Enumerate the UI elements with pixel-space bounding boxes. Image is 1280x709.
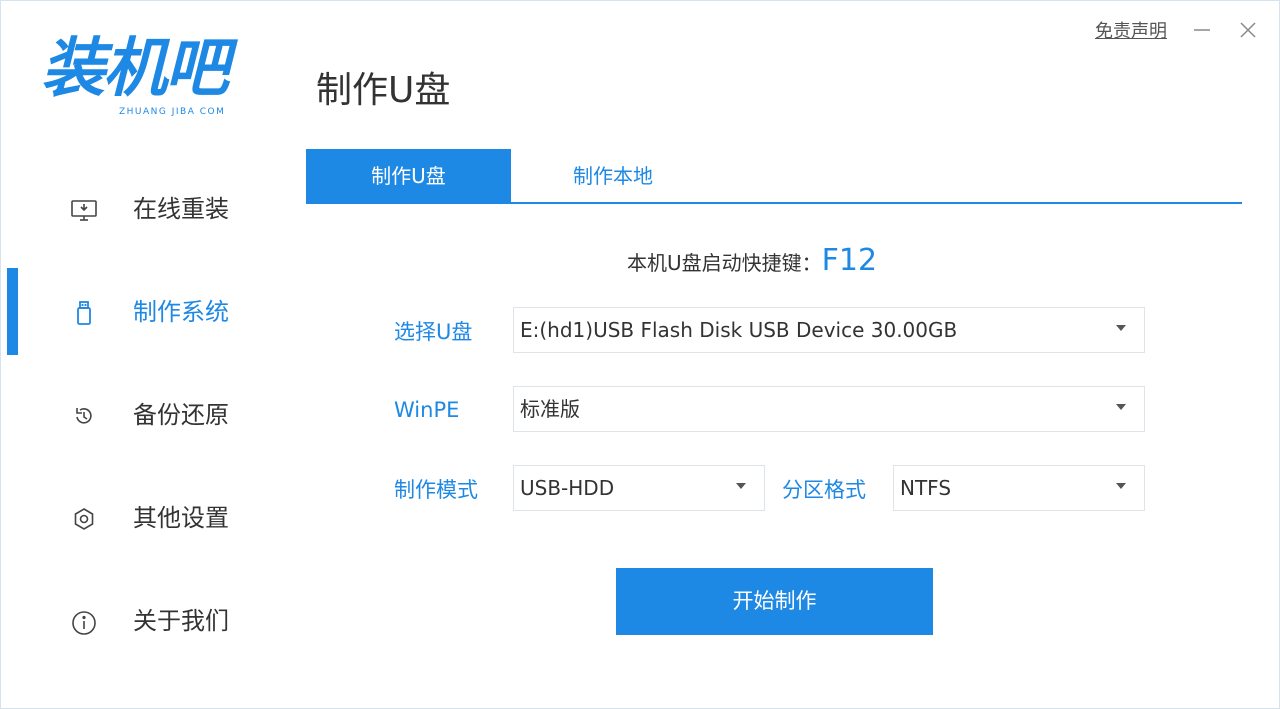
sidebar-item-label: 关于我们	[133, 607, 229, 635]
chevron-down-icon	[736, 483, 746, 489]
sidebar-item-other-settings[interactable]: 其他设置	[1, 488, 291, 548]
page-title: 制作U盘	[316, 70, 451, 111]
sidebar-item-label: 在线重装	[133, 195, 229, 223]
hotkey-key: F12	[821, 243, 878, 278]
logo-text: 装机吧	[41, 32, 229, 106]
mode-select-value: USB-HDD	[520, 476, 615, 500]
minimize-icon	[1194, 29, 1210, 31]
winpe-select[interactable]: 标准版	[513, 386, 1145, 432]
partition-select-label: 分区格式	[782, 478, 866, 502]
sidebar-item-about-us[interactable]: 关于我们	[1, 591, 291, 651]
partition-select[interactable]: NTFS	[893, 465, 1145, 511]
usb-select-value: E:(hd1)USB Flash Disk USB Device 30.00GB	[520, 318, 958, 342]
close-button[interactable]	[1233, 15, 1263, 45]
usb-select-label: 选择U盘	[394, 320, 473, 344]
mode-select[interactable]: USB-HDD	[513, 465, 765, 511]
sidebar-item-make-system[interactable]: 制作系统	[1, 282, 291, 342]
sidebar-item-label: 制作系统	[133, 298, 229, 326]
gear-icon	[69, 504, 99, 534]
disclaimer-link[interactable]: 免责声明	[1095, 17, 1167, 43]
sidebar-item-online-reinstall[interactable]: 在线重装	[1, 179, 291, 239]
hotkey-info: 本机U盘启动快捷键：F12	[627, 241, 877, 285]
usb-select[interactable]: E:(hd1)USB Flash Disk USB Device 30.00GB	[513, 307, 1145, 353]
sidebar-item-backup-restore[interactable]: 备份还原	[1, 385, 291, 445]
app-window: 装机吧 ZHUANG JIBA COM 在线重装 制作系统 备份还原 其他设置 …	[0, 0, 1280, 709]
info-icon	[69, 607, 99, 637]
usb-drive-icon	[69, 298, 99, 328]
backup-restore-icon	[69, 401, 99, 431]
start-make-button[interactable]: 开始制作	[616, 568, 933, 635]
sidebar-item-label: 其他设置	[133, 504, 229, 532]
close-icon	[1240, 22, 1256, 38]
chevron-down-icon	[1116, 404, 1126, 410]
winpe-select-label: WinPE	[394, 398, 460, 422]
sidebar-item-label: 备份还原	[133, 401, 229, 429]
monitor-icon	[69, 195, 99, 225]
logo: 装机吧 ZHUANG JIBA COM	[41, 31, 273, 125]
tab-make-usb[interactable]: 制作U盘	[306, 149, 511, 204]
chevron-down-icon	[1116, 483, 1126, 489]
partition-select-value: NTFS	[900, 476, 952, 500]
winpe-select-value: 标准版	[520, 397, 580, 421]
chevron-down-icon	[1116, 325, 1126, 331]
mode-select-label: 制作模式	[394, 478, 478, 502]
logo-subtext: ZHUANG JIBA COM	[119, 107, 226, 117]
tab-make-local[interactable]: 制作本地	[511, 149, 715, 204]
minimize-button[interactable]	[1187, 15, 1217, 45]
hotkey-label: 本机U盘启动快捷键：	[627, 251, 822, 275]
